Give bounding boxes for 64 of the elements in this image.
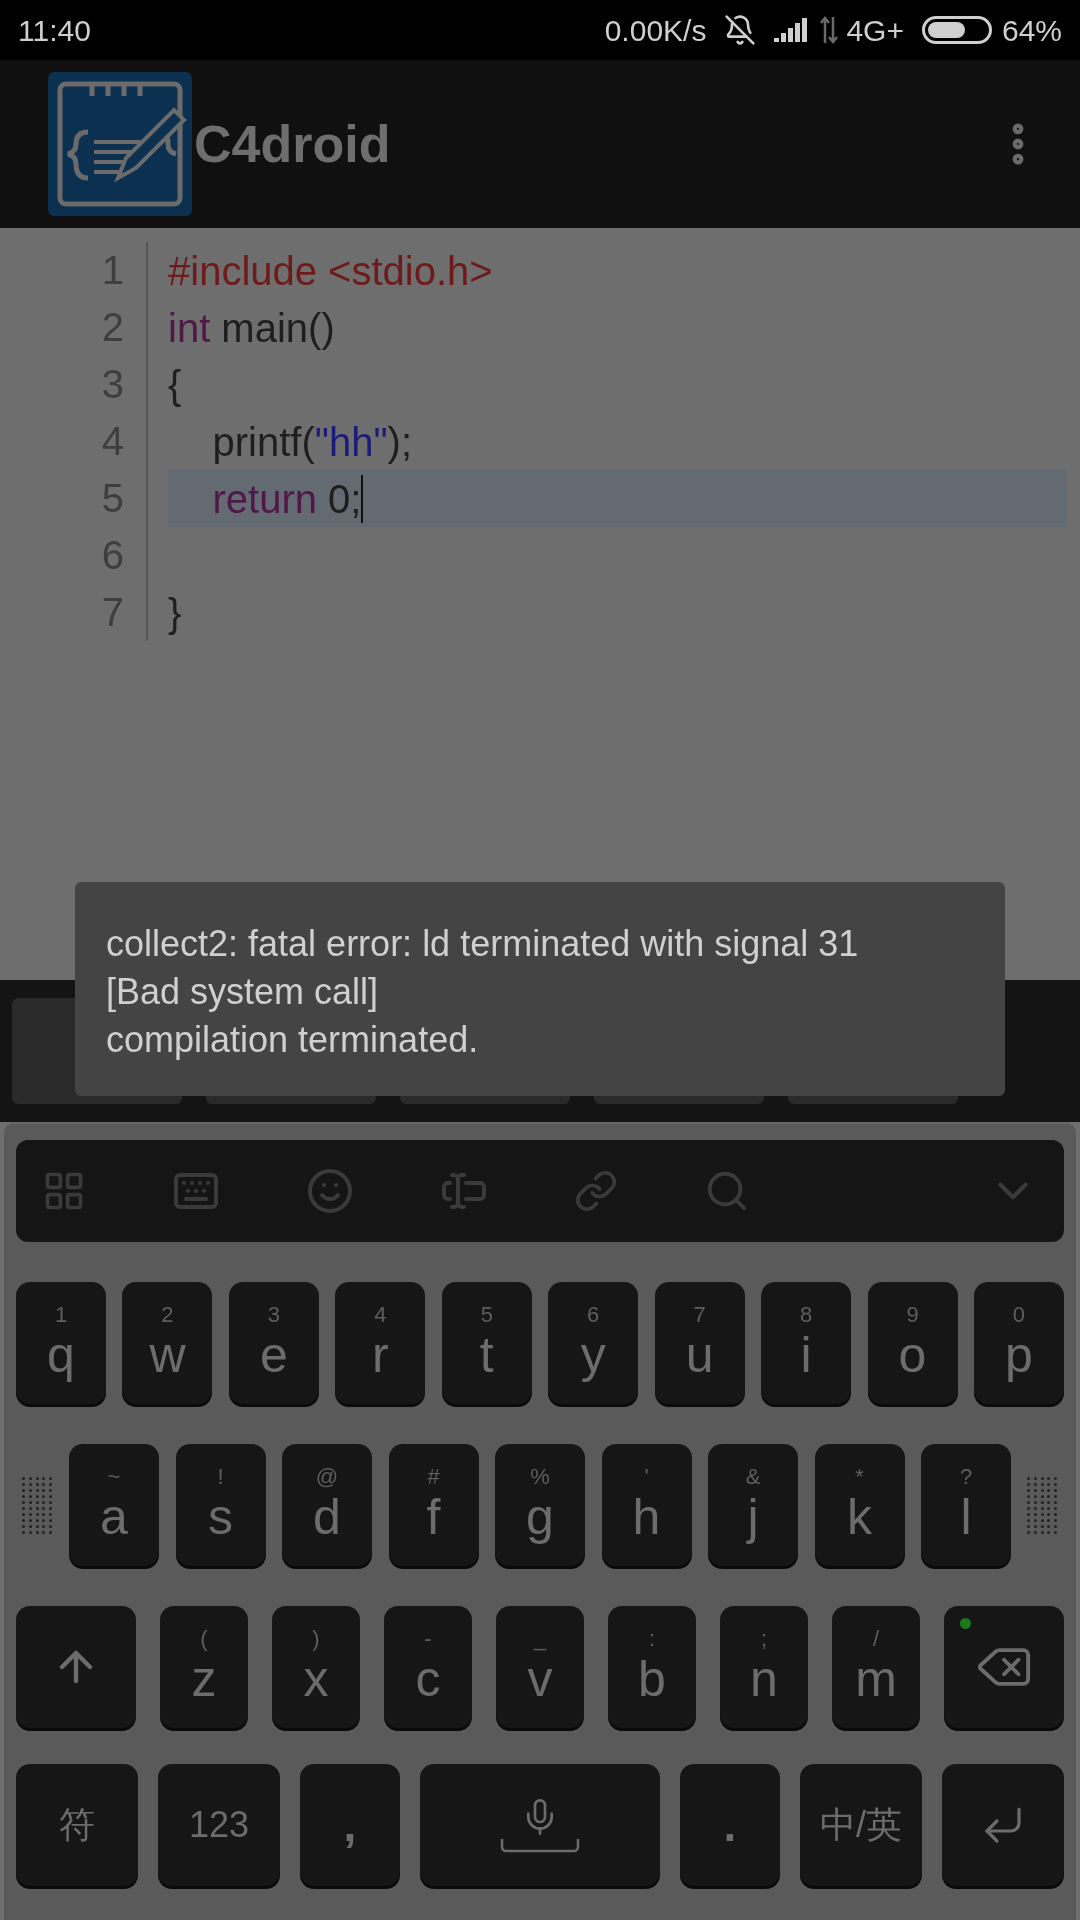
key-hint: ' xyxy=(644,1465,649,1489)
key-letter: t xyxy=(479,1327,494,1383)
key-hint: 9 xyxy=(906,1303,919,1327)
key-letter: i xyxy=(800,1327,812,1383)
key-hint: @ xyxy=(315,1465,339,1489)
code-line: return 0; xyxy=(211,475,362,523)
key-hint: ~ xyxy=(107,1465,121,1489)
key-hint: ) xyxy=(312,1627,320,1651)
key-hint: 8 xyxy=(799,1303,813,1327)
key-hint: ? xyxy=(959,1465,973,1489)
key-letter: a xyxy=(100,1489,128,1545)
key-hint: 2 xyxy=(161,1303,174,1327)
key-hint: 4 xyxy=(374,1303,387,1327)
code-line: int main() xyxy=(168,304,335,352)
key-letter: w xyxy=(149,1327,186,1383)
network-type: 4G+ xyxy=(846,12,904,49)
key-hint: 5 xyxy=(480,1303,493,1327)
network-speed: 0.00K/s xyxy=(604,12,707,49)
code-line: } xyxy=(168,589,182,637)
key-hint: 7 xyxy=(693,1303,706,1327)
key-letter: v xyxy=(527,1651,553,1707)
key-hint: # xyxy=(427,1465,440,1489)
status-time: 11:40 xyxy=(18,12,91,49)
key-letter: k xyxy=(847,1489,872,1545)
key-letter: d xyxy=(313,1489,341,1545)
key-hint: : xyxy=(648,1627,656,1651)
key-letter: s xyxy=(208,1489,233,1545)
key-hint: 3 xyxy=(267,1303,280,1327)
key-hint: - xyxy=(424,1627,432,1651)
key-hint: ! xyxy=(217,1465,224,1489)
key-letter: r xyxy=(372,1327,389,1383)
key-letter: p xyxy=(1005,1327,1033,1383)
key-letter: x xyxy=(303,1651,329,1707)
key-letter: l xyxy=(960,1489,972,1545)
key-letter: q xyxy=(47,1327,75,1383)
key-letter: g xyxy=(526,1489,554,1545)
code-line: #include <stdio.h> xyxy=(168,247,493,295)
key-letter: m xyxy=(855,1651,897,1707)
battery-percent: 64% xyxy=(1001,12,1062,49)
key-letter: y xyxy=(580,1327,606,1383)
code-line: printf("hh"); xyxy=(211,418,413,466)
key-hint: 0 xyxy=(1012,1303,1026,1327)
key-hint: ( xyxy=(200,1627,208,1651)
key-hint: & xyxy=(745,1465,761,1489)
app-title: C4droid xyxy=(194,114,391,175)
key-letter: z xyxy=(191,1651,217,1707)
code-line: { xyxy=(168,361,182,409)
key-letter: c xyxy=(415,1651,441,1707)
key-letter: o xyxy=(898,1327,927,1383)
key-letter: j xyxy=(747,1489,759,1545)
toast-message: compilation terminated. xyxy=(106,1018,480,1062)
key-hint: 1 xyxy=(54,1303,68,1327)
key-hint: * xyxy=(855,1465,864,1489)
key-hint: ; xyxy=(760,1627,768,1651)
key-hint: / xyxy=(872,1627,880,1651)
key-letter: e xyxy=(259,1327,288,1383)
key-hint: % xyxy=(530,1465,550,1489)
key-letter: n xyxy=(750,1651,778,1707)
key-letter: b xyxy=(638,1651,666,1707)
key-hint: 6 xyxy=(587,1303,600,1327)
key-letter: f xyxy=(426,1489,441,1545)
key-letter: u xyxy=(685,1327,714,1383)
key-letter: h xyxy=(632,1489,661,1545)
key-hint: _ xyxy=(533,1627,547,1651)
